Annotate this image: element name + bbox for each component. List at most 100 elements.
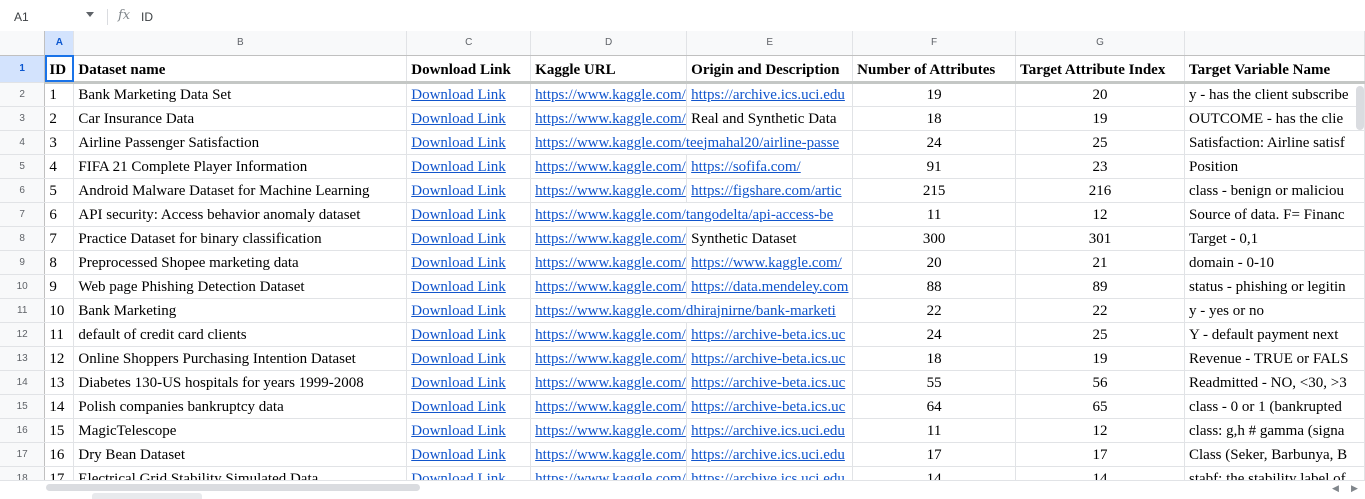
cell-target-name[interactable]: stabf: the stability label of: [1184, 466, 1365, 480]
cell-download-link[interactable]: Download Link: [406, 226, 532, 251]
header-cell-target-index[interactable]: Target Attribute Index: [1015, 55, 1185, 84]
cell-target-index[interactable]: 89: [1015, 274, 1185, 299]
cell-download-link[interactable]: Download Link: [406, 202, 532, 227]
cell-target-index[interactable]: 14: [1015, 466, 1185, 480]
cell-target-name[interactable]: Position: [1184, 154, 1365, 179]
cell-target-name[interactable]: Readmitted - NO, <30, >3: [1184, 370, 1365, 395]
cell-target-name[interactable]: class - benign or maliciou: [1184, 178, 1365, 203]
cell-num-attributes[interactable]: 20: [852, 250, 1017, 275]
column-header-g[interactable]: G: [1015, 31, 1185, 56]
cell-id[interactable]: 12: [44, 346, 75, 371]
horizontal-scrollbar[interactable]: [46, 484, 420, 491]
cell-origin[interactable]: https://figshare.com/artic: [686, 178, 854, 203]
cell-target-index[interactable]: 22: [1015, 298, 1185, 323]
cell-dataset-name[interactable]: Diabetes 130-US hospitals for years 1999…: [73, 370, 408, 395]
cell-target-name[interactable]: class - 0 or 1 (bankrupted: [1184, 394, 1365, 419]
row-header[interactable]: 1: [0, 55, 46, 83]
cell-download-link[interactable]: Download Link: [406, 130, 532, 155]
cell-id[interactable]: 11: [44, 322, 75, 347]
row-header[interactable]: 12: [0, 322, 46, 347]
cell-kaggle-url[interactable]: https://www.kaggle.com/: [530, 154, 688, 179]
cell-dataset-name[interactable]: API security: Access behavior anomaly da…: [73, 202, 408, 227]
cell-num-attributes[interactable]: 300: [852, 226, 1017, 251]
header-cell-target-name[interactable]: Target Variable Name: [1184, 55, 1365, 84]
cell-dataset-name[interactable]: Bank Marketing: [73, 298, 408, 323]
cell-target-name[interactable]: Class (Seker, Barbunya, B: [1184, 442, 1365, 467]
cell-dataset-name[interactable]: Practice Dataset for binary classificati…: [73, 226, 408, 251]
cell-target-name[interactable]: Y - default payment next: [1184, 322, 1365, 347]
cell-download-link[interactable]: Download Link: [406, 274, 532, 299]
cell-kaggle-url[interactable]: https://www.kaggle.com/: [530, 226, 688, 251]
cell-num-attributes[interactable]: 24: [852, 322, 1017, 347]
cell-dataset-name[interactable]: Polish companies bankruptcy data: [73, 394, 408, 419]
cell-num-attributes[interactable]: 88: [852, 274, 1017, 299]
formula-input[interactable]: ID: [141, 10, 153, 24]
cell-kaggle-url[interactable]: https://www.kaggle.com/: [530, 418, 688, 443]
row-header[interactable]: 14: [0, 370, 46, 395]
row-header[interactable]: 7: [0, 202, 46, 227]
column-header-c[interactable]: C: [406, 31, 532, 56]
cell-origin[interactable]: https://data.mendeley.com: [686, 274, 854, 299]
header-cell-num-attributes[interactable]: Number of Attributes: [852, 55, 1017, 84]
row-header[interactable]: 11: [0, 298, 46, 323]
cell-id[interactable]: 3: [44, 130, 75, 155]
vertical-scrollbar[interactable]: [1356, 86, 1364, 130]
cell-id[interactable]: 1: [44, 82, 75, 107]
cell-download-link[interactable]: Download Link: [406, 466, 532, 480]
row-header[interactable]: 17: [0, 442, 46, 467]
row-header[interactable]: 3: [0, 106, 46, 131]
cell-download-link[interactable]: Download Link: [406, 418, 532, 443]
row-header[interactable]: 5: [0, 154, 46, 179]
cell-download-link[interactable]: Download Link: [406, 178, 532, 203]
cell-kaggle-url[interactable]: https://www.kaggle.com/: [530, 178, 688, 203]
cell-origin[interactable]: https://www.kaggle.com/: [686, 250, 854, 275]
scroll-left-icon[interactable]: ◀: [1332, 483, 1339, 494]
cell-kaggle-url[interactable]: https://www.kaggle.com/: [530, 250, 688, 275]
cell-dataset-name[interactable]: Online Shoppers Purchasing Intention Dat…: [73, 346, 408, 371]
cell-kaggle-url[interactable]: https://www.kaggle.com/: [530, 370, 688, 395]
cell-num-attributes[interactable]: 22: [852, 298, 1017, 323]
column-header-h[interactable]: [1184, 31, 1365, 56]
column-header-e[interactable]: E: [686, 31, 854, 56]
cell-origin[interactable]: https://archive-beta.ics.uc: [686, 394, 854, 419]
cell-target-name[interactable]: OUTCOME - has the clie: [1184, 106, 1365, 131]
column-header-d[interactable]: D: [530, 31, 688, 56]
cell-target-index[interactable]: 19: [1015, 346, 1185, 371]
cell-dataset-name[interactable]: Airline Passenger Satisfaction: [73, 130, 408, 155]
cell-num-attributes[interactable]: 17: [852, 442, 1017, 467]
cell-num-attributes[interactable]: 18: [852, 346, 1017, 371]
select-all-corner[interactable]: [0, 31, 46, 56]
cell-num-attributes[interactable]: 24: [852, 130, 1017, 155]
row-header[interactable]: 15: [0, 394, 46, 419]
cell-origin[interactable]: https://archive-beta.ics.uc: [686, 346, 854, 371]
cell-id[interactable]: 15: [44, 418, 75, 443]
cell-target-name[interactable]: Revenue - TRUE or FALS: [1184, 346, 1365, 371]
cell-dataset-name[interactable]: Car Insurance Data: [73, 106, 408, 131]
cell-dataset-name[interactable]: Electrical Grid Stability Simulated Data: [73, 466, 408, 480]
cell-dataset-name[interactable]: Dry Bean Dataset: [73, 442, 408, 467]
cell-target-index[interactable]: 216: [1015, 178, 1185, 203]
cell-num-attributes[interactable]: 14: [852, 466, 1017, 480]
cell-id[interactable]: 5: [44, 178, 75, 203]
cell-download-link[interactable]: Download Link: [406, 154, 532, 179]
cell-id[interactable]: 2: [44, 106, 75, 131]
header-cell-dataset-name[interactable]: Dataset name: [73, 55, 408, 84]
cell-target-index[interactable]: 23: [1015, 154, 1185, 179]
cell-origin[interactable]: https://archive-beta.ics.uc: [686, 370, 854, 395]
name-box[interactable]: A1: [0, 4, 102, 28]
cell-num-attributes[interactable]: 64: [852, 394, 1017, 419]
cell-download-link[interactable]: Download Link: [406, 394, 532, 419]
cell-origin[interactable]: https://archive.ics.uci.edu: [686, 418, 854, 443]
header-cell-download-link[interactable]: Download Link: [406, 55, 532, 84]
cell-dataset-name[interactable]: default of credit card clients: [73, 322, 408, 347]
cell-id[interactable]: 9: [44, 274, 75, 299]
sheet-tab[interactable]: [92, 493, 202, 499]
cell-dataset-name[interactable]: MagicTelescope: [73, 418, 408, 443]
row-header[interactable]: 8: [0, 226, 46, 251]
cell-kaggle-url[interactable]: https://www.kaggle.com/: [530, 106, 688, 131]
cell-download-link[interactable]: Download Link: [406, 106, 532, 131]
header-cell-kaggle-url[interactable]: Kaggle URL: [530, 55, 688, 84]
cell-target-index[interactable]: 19: [1015, 106, 1185, 131]
cell-origin[interactable]: Real and Synthetic Data: [686, 106, 854, 131]
cell-target-index[interactable]: 56: [1015, 370, 1185, 395]
